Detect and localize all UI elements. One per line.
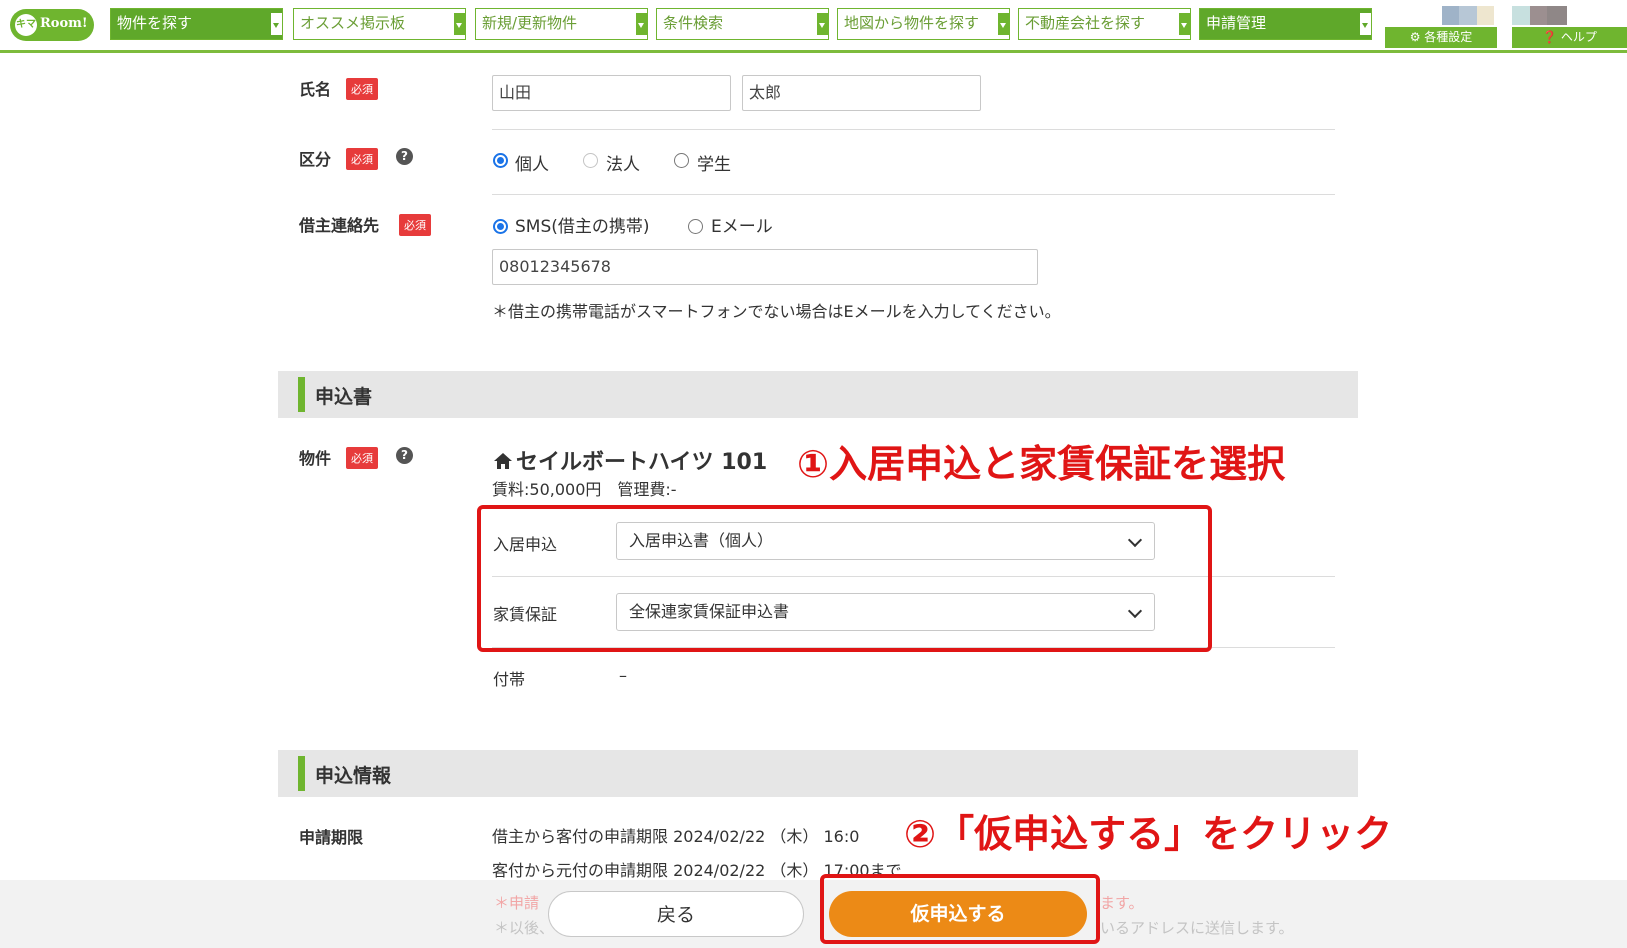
nav-label: オススメ掲示板 — [300, 14, 406, 32]
annotation-step2: ②「仮申込する」をクリック — [904, 812, 1393, 856]
required-badge: 必須 — [346, 148, 378, 170]
divider — [492, 129, 1335, 130]
help-circle-icon: ❓ — [1542, 30, 1558, 44]
nav-new-updated[interactable]: 新規/更新物件 — [475, 8, 648, 40]
radio-student[interactable] — [674, 153, 689, 168]
required-badge: 必須 — [346, 78, 378, 100]
dropdown-caret-icon — [1360, 13, 1371, 35]
first-name-input[interactable]: 太郎 — [742, 75, 981, 111]
nav-search-property[interactable]: 物件を探す — [110, 8, 283, 40]
divider — [492, 194, 1335, 195]
dropdown-caret-icon — [636, 13, 647, 35]
nav-label: 不動産会社を探す — [1025, 14, 1146, 32]
color-swatch — [1547, 6, 1567, 25]
category-label: 区分 — [299, 150, 332, 169]
kimaroom-logo[interactable]: キマ Room! — [10, 9, 94, 41]
color-swatch — [1477, 6, 1494, 25]
property-name: セイルボートハイツ 101 — [516, 450, 768, 475]
section-title: 申込書 — [315, 386, 373, 408]
radio-individual[interactable] — [493, 153, 508, 168]
contact-label: 借主連絡先 — [299, 216, 380, 235]
dropdown-caret-icon — [271, 13, 282, 35]
color-swatch — [1442, 6, 1459, 25]
dropdown-caret-icon — [998, 13, 1009, 35]
help-icon[interactable]: ? — [396, 148, 413, 165]
radio-label-corporate: 法人 — [606, 155, 640, 175]
help-icon[interactable]: ? — [396, 447, 413, 464]
contact-note: ＊借主の携帯電話がスマートフォンでない場合はEメールを入力してください。 — [492, 302, 1061, 321]
logo-mark: キマ — [15, 14, 37, 36]
gear-icon: ⚙ — [1409, 30, 1421, 44]
name-label: 氏名 — [299, 80, 332, 99]
notice-line-1-end: ます。 — [1100, 894, 1144, 912]
section-header-application: 申込書 — [278, 371, 1358, 418]
section-accent — [298, 377, 305, 412]
nav-condition-search[interactable]: 条件検索 — [656, 8, 829, 40]
nav-label: 新規/更新物件 — [482, 14, 578, 32]
settings-label: 各種設定 — [1424, 30, 1473, 44]
required-badge: 必須 — [346, 447, 378, 469]
radio-corporate[interactable] — [583, 153, 598, 168]
notice-line-2-end: いるアドレスに送信します。 — [1100, 919, 1294, 937]
deadline-label: 申請期限 — [299, 828, 364, 847]
nav-application-management[interactable]: 申請管理 — [1199, 8, 1372, 40]
annotation-box-step1 — [477, 505, 1212, 652]
nav-label: 条件検索 — [663, 14, 724, 32]
help-button[interactable]: ❓ ヘルプ — [1512, 27, 1627, 48]
top-nav-bar: キマ Room! 物件を探す オススメ掲示板 新規/更新物件 条件検索 地図から… — [0, 0, 1627, 53]
color-swatch — [1512, 6, 1530, 25]
notice-line-2-start: ＊以後、 — [494, 919, 555, 937]
last-name-input[interactable]: 山田 — [492, 75, 731, 111]
logo-text: Room! — [40, 16, 88, 31]
nav-recommended-board[interactable]: オススメ掲示板 — [293, 8, 466, 40]
deadline-line-1: 借主から客付の申請期限 2024/02/22 （木） 16:0 — [492, 827, 860, 846]
color-swatch — [1530, 6, 1547, 25]
dropdown-caret-icon — [454, 13, 465, 35]
dropdown-caret-icon — [817, 13, 828, 35]
radio-label-email: Eメール — [711, 217, 773, 237]
incidental-value: – — [619, 666, 627, 685]
nav-search-agency[interactable]: 不動産会社を探す — [1018, 8, 1191, 40]
nav-label: 地図から物件を探す — [844, 14, 980, 32]
required-badge: 必須 — [399, 214, 431, 236]
rent-info: 賃料:50,000円 管理費:- — [492, 480, 677, 499]
color-swatch — [1459, 6, 1477, 25]
house-icon — [492, 450, 514, 472]
settings-button[interactable]: ⚙ 各種設定 — [1385, 27, 1497, 48]
section-header-info: 申込情報 — [278, 750, 1358, 797]
section-accent — [298, 756, 305, 791]
section-title: 申込情報 — [315, 765, 392, 787]
radio-sms[interactable] — [493, 219, 508, 234]
radio-label-sms: SMS(借主の携帯) — [515, 217, 650, 237]
phone-input[interactable]: 08012345678 — [492, 249, 1038, 285]
dropdown-caret-icon — [1179, 13, 1190, 35]
property-label: 物件 — [299, 449, 332, 468]
annotation-step1: ①入居申込と家賃保証を選択 — [797, 442, 1286, 486]
footer-action-bar: ＊申請 ます。 ＊以後、 いるアドレスに送信します。 戻る 仮申込する — [0, 880, 1627, 948]
help-label: ヘルプ — [1560, 30, 1597, 44]
radio-email[interactable] — [688, 219, 703, 234]
incidental-label: 付帯 — [493, 670, 526, 689]
annotation-box-step2 — [820, 874, 1100, 944]
radio-label-student: 学生 — [697, 155, 731, 175]
nav-label: 申請管理 — [1206, 14, 1267, 32]
back-button[interactable]: 戻る — [548, 891, 804, 937]
notice-line-1-start: ＊申請 — [494, 894, 540, 912]
nav-label: 物件を探す — [117, 14, 193, 32]
radio-label-individual: 個人 — [515, 155, 549, 175]
nav-map-search[interactable]: 地図から物件を探す — [837, 8, 1010, 40]
